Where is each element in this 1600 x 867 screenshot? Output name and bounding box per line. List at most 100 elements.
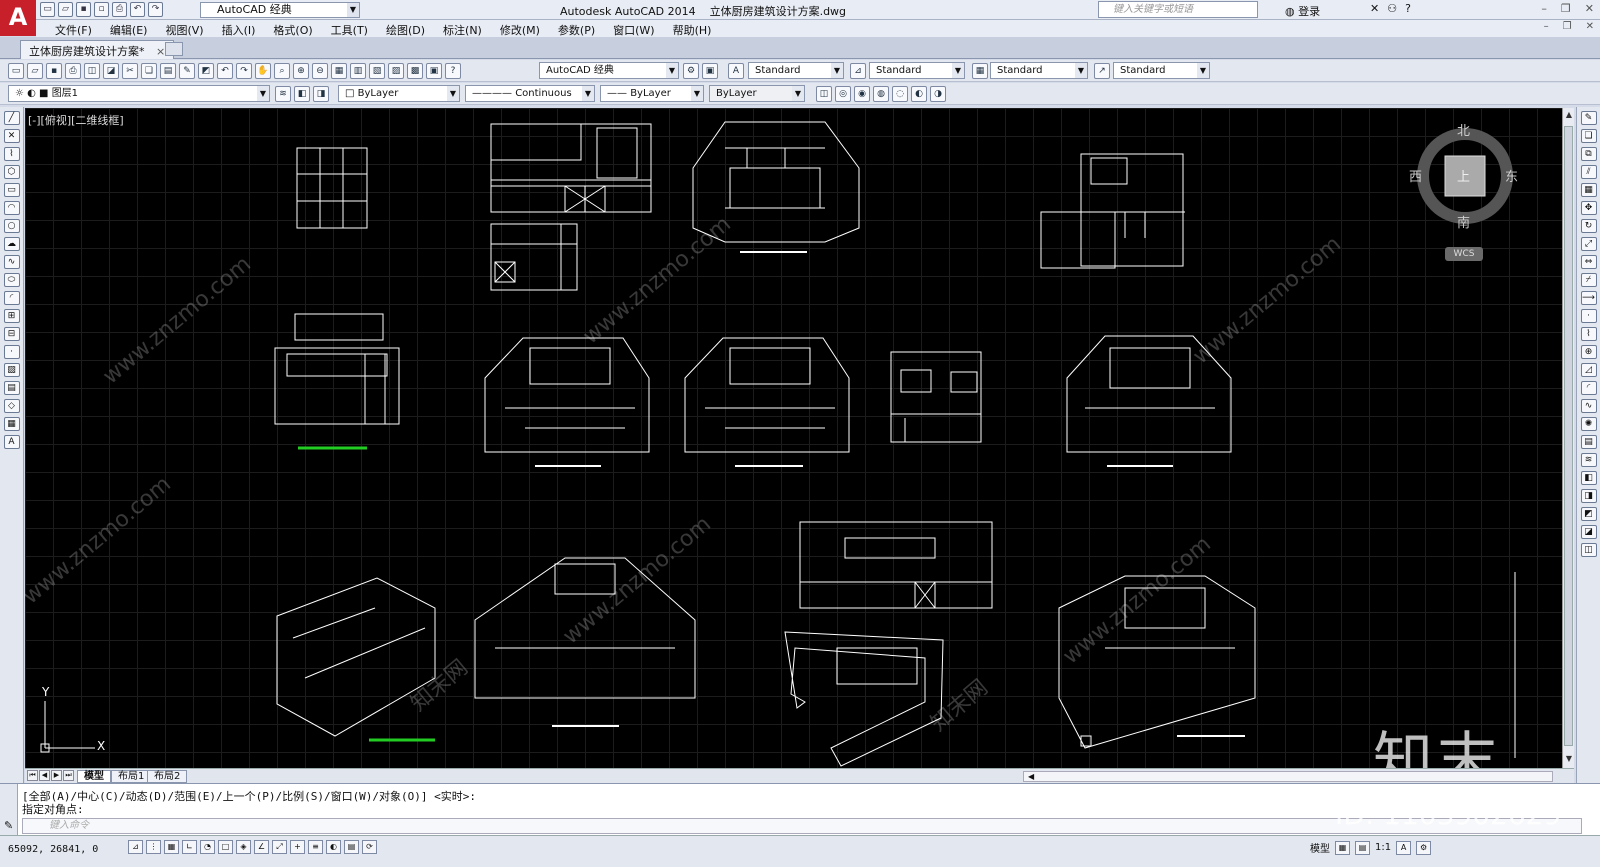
- menu-item-0[interactable]: 文件(F): [46, 20, 101, 37]
- layer-lock-icon[interactable]: ◪: [1580, 525, 1597, 539]
- polygon-icon[interactable]: ⬡: [3, 165, 20, 179]
- scale-icon[interactable]: ⤢: [1580, 237, 1597, 251]
- new-file-icon[interactable]: ▭: [40, 2, 55, 17]
- quick-view-layouts-icon[interactable]: ▦: [1335, 840, 1350, 855]
- fillet-icon[interactable]: ◜: [1580, 381, 1597, 395]
- block-editor-icon[interactable]: ◩: [198, 63, 214, 79]
- wrench-icon[interactable]: ✎: [4, 819, 13, 832]
- dim-style-icon[interactable]: ⊿: [850, 63, 866, 79]
- markup-icon[interactable]: ▩: [407, 63, 423, 79]
- join-icon[interactable]: ⊕: [1580, 345, 1597, 359]
- viewcube-top-face[interactable]: 上: [1457, 166, 1470, 185]
- wcs-menu[interactable]: WCS: [1445, 247, 1483, 261]
- drawing-canvas[interactable]: www.znzmo.com www.znzmo.com www.znzmo.co…: [25, 108, 1574, 768]
- text-style-combo[interactable]: Standard ▼: [748, 62, 844, 79]
- zoom-previous-icon[interactable]: ⊖: [312, 63, 328, 79]
- undo-icon[interactable]: ↶: [130, 2, 145, 17]
- open-file-icon[interactable]: ▱: [58, 2, 73, 17]
- minimize-icon[interactable]: –: [1541, 2, 1547, 15]
- table-style-icon[interactable]: ▦: [972, 63, 988, 79]
- infer-constraints-icon[interactable]: ⊿: [128, 840, 143, 854]
- transparency-icon[interactable]: ◐: [326, 840, 341, 854]
- menu-item-2[interactable]: 视图(V): [156, 20, 212, 37]
- help-search-input[interactable]: 键入关键字或短语: [1098, 1, 1258, 18]
- explode-icon[interactable]: ✺: [1580, 417, 1597, 431]
- menu-item-1[interactable]: 编辑(E): [101, 20, 157, 37]
- design-center-icon[interactable]: ▥: [350, 63, 366, 79]
- menu-item-11[interactable]: 帮助(H): [664, 20, 721, 37]
- mleader-style-icon[interactable]: ↗: [1094, 63, 1110, 79]
- coordinate-readout[interactable]: 65092, 26841, 0: [8, 844, 98, 855]
- ellipse-arc-icon[interactable]: ◜: [3, 291, 20, 305]
- close-icon[interactable]: ✕: [1585, 2, 1594, 15]
- calc-icon[interactable]: ▣: [426, 63, 442, 79]
- annotation-visibility-icon[interactable]: A: [1396, 840, 1412, 855]
- view-2-icon[interactable]: ◎: [835, 86, 851, 102]
- tab-layout1[interactable]: 布局1: [111, 770, 152, 783]
- next-layout-icon[interactable]: ▶: [51, 770, 62, 781]
- object-snap-icon[interactable]: □: [218, 840, 233, 854]
- break-icon[interactable]: ⌇: [1580, 327, 1597, 341]
- scroll-up-icon[interactable]: ▲: [1563, 110, 1574, 122]
- menu-item-10[interactable]: 窗口(W): [604, 20, 663, 37]
- menu-item-7[interactable]: 标注(N): [434, 20, 491, 37]
- new-tab-button[interactable]: [165, 42, 183, 56]
- rotate-icon[interactable]: ↻: [1580, 219, 1597, 233]
- layer-freeze-icon[interactable]: ◩: [1580, 507, 1597, 521]
- first-layout-icon[interactable]: ⏮: [27, 770, 38, 781]
- mleader-style-combo[interactable]: Standard ▼: [1113, 62, 1210, 79]
- cut-icon[interactable]: ✂: [122, 63, 138, 79]
- layer-off-icon[interactable]: ◨: [1580, 489, 1597, 503]
- snap-mode-icon[interactable]: ⋮: [146, 840, 161, 854]
- last-layout-icon[interactable]: ⏭: [63, 770, 74, 781]
- view-6-icon[interactable]: ◐: [911, 86, 927, 102]
- doc-close-icon[interactable]: ✕: [1586, 21, 1594, 32]
- zoom-realtime-icon[interactable]: ⌕: [274, 63, 290, 79]
- workspace-combo[interactable]: AutoCAD 经典 ▼: [539, 62, 679, 79]
- rectangle-icon[interactable]: ▭: [3, 183, 20, 197]
- zoom-window-icon[interactable]: ⊕: [293, 63, 309, 79]
- multiline-text-icon[interactable]: A: [3, 435, 20, 449]
- quick-properties-icon[interactable]: ▤: [344, 840, 359, 854]
- grid-display-icon[interactable]: ▦: [164, 840, 179, 854]
- text-style-icon[interactable]: A: [728, 63, 744, 79]
- undo-icon[interactable]: ↶: [217, 63, 233, 79]
- scroll-down-icon[interactable]: ▼: [1563, 754, 1574, 766]
- view-1-icon[interactable]: ◫: [816, 86, 832, 102]
- save-as-icon[interactable]: ▫: [94, 2, 109, 17]
- print-icon[interactable]: ⎙: [112, 2, 127, 17]
- erase-icon[interactable]: ✎: [1580, 111, 1597, 125]
- layer-manager-icon[interactable]: ≋: [275, 86, 291, 102]
- table-style-combo[interactable]: Standard ▼: [990, 62, 1088, 79]
- redo-icon[interactable]: ↷: [236, 63, 252, 79]
- plot-icon[interactable]: ⎙: [65, 63, 81, 79]
- array-icon[interactable]: ▦: [1580, 183, 1597, 197]
- move-icon[interactable]: ✥: [1580, 201, 1597, 215]
- login-button[interactable]: ◍ 登录: [1285, 3, 1320, 19]
- scroll-left-icon[interactable]: ◀: [1028, 772, 1034, 781]
- paste-icon[interactable]: ▤: [160, 63, 176, 79]
- tab-close-icon[interactable]: ×: [156, 45, 165, 58]
- make-current-layer-icon[interactable]: ◧: [294, 86, 310, 102]
- dim-style-combo[interactable]: Standard ▼: [869, 62, 965, 79]
- pan-icon[interactable]: ✋: [255, 63, 271, 79]
- workspace-switch-icon[interactable]: ⚙: [1416, 840, 1432, 855]
- layer-match-icon[interactable]: ◫: [1580, 543, 1597, 557]
- match-properties-icon[interactable]: ✎: [179, 63, 195, 79]
- extend-icon[interactable]: ⟶: [1580, 291, 1597, 305]
- polyline-icon[interactable]: ⌇: [3, 147, 20, 161]
- stretch-icon[interactable]: ⇔: [1580, 255, 1597, 269]
- tab-model[interactable]: 模型: [77, 770, 111, 783]
- point-icon[interactable]: ·: [3, 345, 20, 359]
- ellipse-icon[interactable]: ⬭: [3, 273, 20, 287]
- chamfer-icon[interactable]: ◿: [1580, 363, 1597, 377]
- compass-west[interactable]: 西: [1409, 166, 1422, 185]
- layer-previous-icon[interactable]: ◨: [313, 86, 329, 102]
- menu-item-3[interactable]: 插入(I): [213, 20, 265, 37]
- scroll-thumb[interactable]: [1564, 126, 1573, 746]
- menu-item-6[interactable]: 绘图(D): [377, 20, 434, 37]
- properties-icon[interactable]: ▦: [331, 63, 347, 79]
- workspace-settings-icon[interactable]: ⚙: [683, 63, 699, 79]
- restore-icon[interactable]: ❐: [1561, 2, 1571, 15]
- object-snap-tracking-icon[interactable]: ∠: [254, 840, 269, 854]
